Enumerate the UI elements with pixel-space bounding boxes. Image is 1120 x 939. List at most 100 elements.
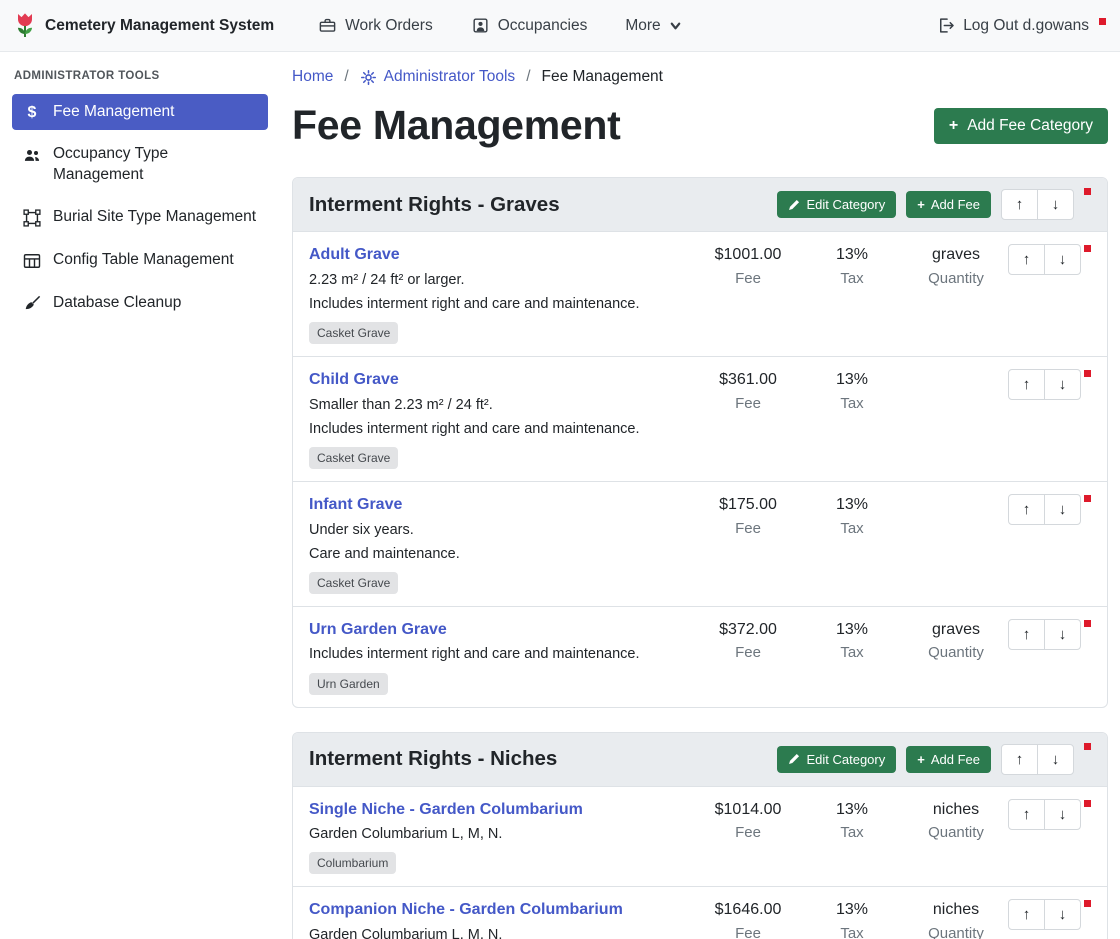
sidebar-item-config-table-management[interactable]: Config Table Management [12,242,268,279]
quantity-label: Quantity [904,925,1008,939]
nav-work-orders[interactable]: Work Orders [318,16,433,35]
arrow-up-icon: ↑ [1023,501,1031,518]
move-category-up-button[interactable]: ↑ [1001,744,1038,775]
chevron-down-icon [669,19,682,32]
fee-tax-col: 13% Tax [800,619,904,662]
move-fee-down-button[interactable]: ↓ [1044,799,1081,830]
fee-label: Fee [696,644,800,661]
fee-description: Garden Columbarium L, M, N. [309,926,688,939]
fee-name-link[interactable]: Infant Grave [309,494,402,516]
move-fee-up-button[interactable]: ↑ [1008,494,1045,525]
red-marker [1084,188,1091,195]
move-fee-up-button[interactable]: ↑ [1008,619,1045,650]
fee-description: Includes interment right and care and ma… [309,645,688,664]
red-marker [1084,370,1091,377]
fee-name-link[interactable]: Child Grave [309,369,399,391]
fee-description: Garden Columbarium L, M, N. [309,825,688,844]
move-fee-up-button[interactable]: ↑ [1008,244,1045,275]
sidebar-item-fee-management[interactable]: $ Fee Management [12,94,268,130]
move-category-up-button[interactable]: ↑ [1001,189,1038,220]
move-category-down-button[interactable]: ↓ [1037,744,1074,775]
tax-value: 13% [800,899,904,921]
edit-category-button[interactable]: Edit Category [777,191,896,218]
fee-quantity-col: graves Quantity [904,619,1008,662]
nav-occupancies[interactable]: Occupancies [471,16,588,35]
move-fee-down-button[interactable]: ↓ [1044,369,1081,400]
tax-value: 13% [800,494,904,516]
red-marker [1084,245,1091,252]
fee-amount: $372.00 [696,619,800,641]
fee-name-link[interactable]: Adult Grave [309,244,400,266]
red-marker [1084,495,1091,502]
people-icon [22,145,42,165]
fee-amount-col: $361.00 Fee [696,369,800,412]
fee-name-link[interactable]: Urn Garden Grave [309,619,447,641]
fee-description: 2.23 m² / 24 ft² or larger. [309,271,688,290]
move-fee-up-button[interactable]: ↑ [1008,799,1045,830]
page-title: Fee Management [292,100,620,151]
app-brand[interactable]: Cemetery Management System [14,12,274,39]
category-reorder-group: ↑ ↓ [1001,189,1074,220]
move-fee-up-button[interactable]: ↑ [1008,899,1045,930]
arrow-up-icon: ↑ [1016,196,1024,213]
red-marker [1084,800,1091,807]
plus-icon: + [949,118,958,134]
fee-reorder-group: ↑ ↓ [1008,799,1081,830]
fee-amount: $1646.00 [696,899,800,921]
arrow-up-icon: ↑ [1023,626,1031,643]
fee-quantity-col: graves Quantity [904,244,1008,287]
fee-name-link[interactable]: Companion Niche - Garden Columbarium [309,899,623,921]
move-fee-down-button[interactable]: ↓ [1044,619,1081,650]
category-title: Interment Rights - Niches [309,747,777,771]
fee-type-badge: Casket Grave [309,572,398,594]
fee-amount: $361.00 [696,369,800,391]
fee-name-link[interactable]: Single Niche - Garden Columbarium [309,799,583,821]
move-fee-down-button[interactable]: ↓ [1044,899,1081,930]
broom-icon [22,294,42,314]
edit-category-button[interactable]: Edit Category [777,746,896,773]
breadcrumb-separator: / [526,68,530,86]
category-title: Interment Rights - Graves [309,193,777,217]
tax-label: Tax [800,925,904,939]
quantity-value: niches [904,899,1008,921]
fee-amount: $1001.00 [696,244,800,266]
add-fee-button[interactable]: + Add Fee [906,191,991,218]
fee-description: Includes interment right and care and ma… [309,295,688,314]
add-fee-category-button[interactable]: + Add Fee Category [934,108,1108,144]
fee-label: Fee [696,395,800,412]
sidebar-item-database-cleanup[interactable]: Database Cleanup [12,285,268,322]
category-card-niches: Interment Rights - Niches Edit Category … [292,732,1108,939]
fee-reorder-group: ↑ ↓ [1008,899,1081,930]
tax-label: Tax [800,395,904,412]
fee-type-badge: Urn Garden [309,673,388,695]
arrow-up-icon: ↑ [1023,376,1031,393]
occupancies-icon [471,16,490,35]
fee-reorder-group: ↑ ↓ [1008,619,1081,650]
fee-label: Fee [696,520,800,537]
arrow-down-icon: ↓ [1059,376,1067,393]
move-fee-up-button[interactable]: ↑ [1008,369,1045,400]
sidebar-item-burial-site-type-management[interactable]: Burial Site Type Management [12,199,268,236]
fee-amount-col: $1001.00 Fee [696,244,800,287]
nav-more-label: More [625,17,660,35]
gear-icon [360,69,377,86]
fee-label: Fee [696,925,800,939]
add-fee-button[interactable]: + Add Fee [906,746,991,773]
move-fee-down-button[interactable]: ↓ [1044,494,1081,525]
move-category-down-button[interactable]: ↓ [1037,189,1074,220]
arrow-up-icon: ↑ [1016,751,1024,768]
move-fee-down-button[interactable]: ↓ [1044,244,1081,275]
dollar-icon: $ [22,103,42,122]
logout-label: Log Out d.gowans [963,17,1089,35]
tax-label: Tax [800,644,904,661]
nav-more[interactable]: More [625,17,681,35]
breadcrumb-separator: / [344,68,348,86]
arrow-down-icon: ↓ [1059,501,1067,518]
breadcrumb-home-link[interactable]: Home [292,68,333,86]
plus-icon: + [917,753,925,766]
sidebar-item-occupancy-type-management[interactable]: Occupancy Type Management [12,136,268,193]
arrow-up-icon: ↑ [1023,806,1031,823]
fee-reorder-group: ↑ ↓ [1008,494,1081,525]
breadcrumb-admin-tools-link[interactable]: Administrator Tools [360,68,516,86]
logout-link[interactable]: Log Out d.gowans [936,16,1106,35]
